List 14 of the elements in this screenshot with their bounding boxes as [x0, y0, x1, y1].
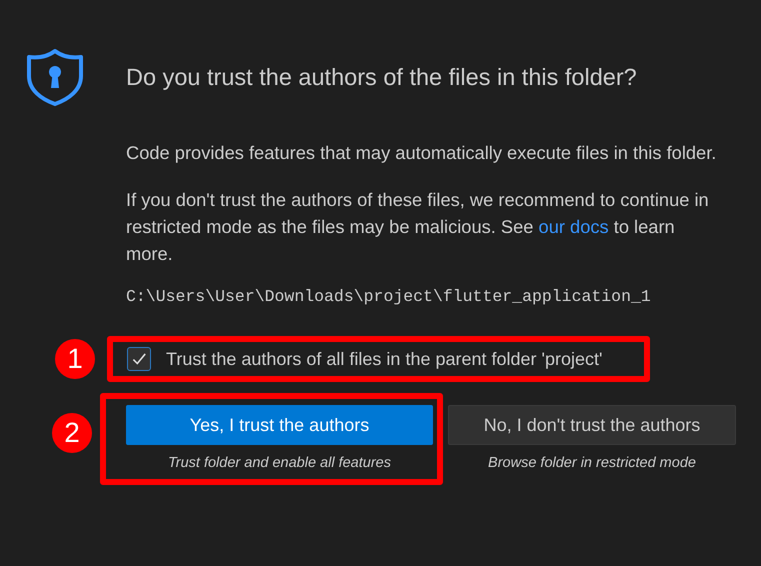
dont-trust-button[interactable]: No, I don't trust the authors — [448, 405, 736, 445]
callout-number: 2 — [52, 413, 92, 453]
dialog-title: Do you trust the authors of the files in this folder? — [126, 64, 637, 90]
button-caption: Browse folder in restricted mode — [488, 455, 696, 471]
shield-lock-icon — [25, 48, 85, 106]
checkbox-label: Trust the authors of all files in the parent folder 'project' — [166, 348, 602, 370]
docs-link[interactable]: our docs — [538, 216, 609, 237]
checkbox[interactable] — [127, 347, 151, 371]
callout-number: 1 — [55, 339, 95, 379]
trust-button[interactable]: Yes, I trust the authors — [126, 405, 433, 445]
message-text: If you don't trust the authors of these files, we recommend to continue in restricted mode as the files may be malicious. See our docs to learn more. — [126, 188, 710, 266]
button-caption: Trust folder and enable all features — [168, 455, 391, 471]
message-text: Code provides features that may automatically execute files in this folder. — [126, 141, 718, 165]
folder-path: C:\Users\User\Downloads\project\flutter_application_1 — [126, 287, 652, 306]
